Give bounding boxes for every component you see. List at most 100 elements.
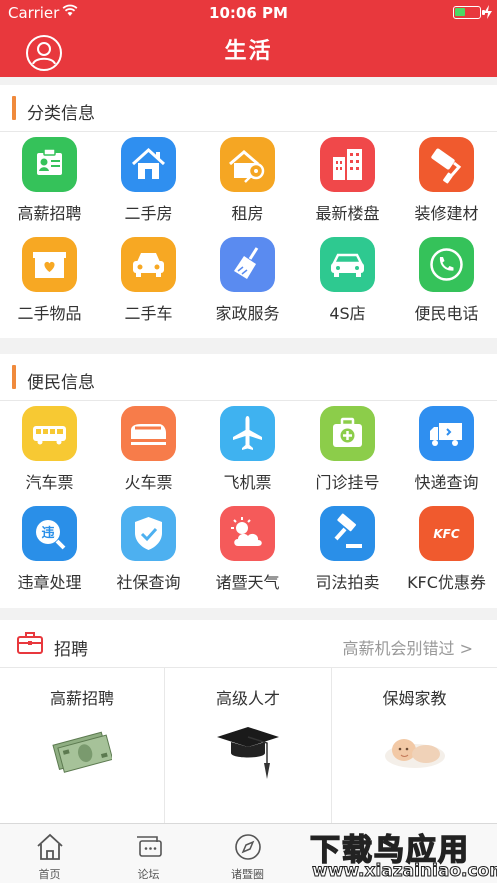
weather-icon xyxy=(220,506,275,561)
category-item-housekeeping[interactable]: 家政服务 xyxy=(198,225,297,325)
jobs-more-link[interactable]: 高薪机会别错过 > xyxy=(343,635,474,659)
section-title: 便民信息 xyxy=(27,373,95,393)
category-item-second-hand-goods[interactable]: 二手物品 xyxy=(0,225,99,325)
home-icon xyxy=(37,833,63,860)
category-item-second-hand-house[interactable]: 二手房 xyxy=(99,125,198,225)
item-label: 二手车 xyxy=(124,304,173,323)
item-label: 火车票 xyxy=(124,473,173,492)
job-card-nanny-tutor[interactable]: 保姆家教 xyxy=(332,668,497,823)
charging-icon xyxy=(484,5,492,19)
job-card-icon xyxy=(22,137,77,192)
convenience-section: 便民信息 汽车票 火车票 飞机票 门诊挂号 快递查询 违 违章处理 社保查询 诸… xyxy=(0,354,497,608)
category-item-service-phone[interactable]: 便民电话 xyxy=(397,225,496,325)
battery-icon xyxy=(453,6,485,19)
category-item-high-salary-jobs[interactable]: 高薪招聘 xyxy=(0,125,99,225)
category-item-new-properties[interactable]: 最新楼盘 xyxy=(298,125,397,225)
item-label: 租房 xyxy=(231,204,264,223)
item-label: 快递查询 xyxy=(414,473,479,492)
item-label: 家政服务 xyxy=(215,304,280,323)
car-icon xyxy=(121,237,176,292)
house-key-icon xyxy=(220,137,275,192)
broom-icon xyxy=(220,237,275,292)
watermark-logo: 下载鸟应用 www.xiazainiao.com xyxy=(300,823,497,883)
svg-text:KFC: KFC xyxy=(433,527,459,541)
item-label: 诸暨天气 xyxy=(215,573,280,592)
section-title: 分类信息 xyxy=(27,104,95,124)
train-icon xyxy=(121,406,176,461)
convenience-item-social-security[interactable]: 社保查询 xyxy=(99,494,198,594)
convenience-item-bus-ticket[interactable]: 汽车票 xyxy=(0,394,99,494)
convenience-item-clinic-registration[interactable]: 门诊挂号 xyxy=(298,394,397,494)
item-label: 二手物品 xyxy=(17,304,82,323)
forum-icon xyxy=(137,836,162,857)
job-card-title: 高级人才 xyxy=(215,689,280,708)
item-label: 社保查询 xyxy=(116,573,181,592)
compass-icon xyxy=(235,834,261,860)
kfc-logo-icon: KFC xyxy=(419,506,474,561)
convenience-item-train-ticket[interactable]: 火车票 xyxy=(99,394,198,494)
category-item-decoration-materials[interactable]: 装修建材 xyxy=(397,125,496,225)
convenience-item-kfc-coupon[interactable]: KFC KFC优惠券 xyxy=(397,494,496,594)
briefcase-icon xyxy=(17,632,43,654)
item-label: 二手房 xyxy=(124,204,173,223)
item-label: 飞机票 xyxy=(223,473,272,492)
gift-box-icon xyxy=(22,237,77,292)
house-icon xyxy=(121,137,176,192)
item-label: 门诊挂号 xyxy=(315,473,380,492)
watermark-url: www.xiazainiao.com xyxy=(312,861,497,882)
status-bar: Carrier 10:06 PM xyxy=(0,0,497,26)
header-bar: Carrier 10:06 PM 生活 xyxy=(0,0,497,77)
jobs-section-header[interactable]: 招聘 高薪机会别错过 > xyxy=(0,620,497,668)
category-item-4s-store[interactable]: 4S店 xyxy=(298,225,397,325)
convenience-item-traffic-violation[interactable]: 违 违章处理 xyxy=(0,494,99,594)
medical-kit-icon xyxy=(320,406,375,461)
item-label: 高薪招聘 xyxy=(17,204,82,223)
section-accent-bar xyxy=(12,96,16,120)
truck-icon xyxy=(419,406,474,461)
item-label: KFC优惠券 xyxy=(407,573,486,592)
item-label: 违章处理 xyxy=(17,573,82,592)
job-card-high-salary[interactable]: 高薪招聘 xyxy=(0,668,165,823)
item-label: 最新楼盘 xyxy=(315,204,380,223)
convenience-item-express-tracking[interactable]: 快递查询 xyxy=(397,394,496,494)
item-label: 4S店 xyxy=(329,304,366,323)
tab-zhuji-circle[interactable]: 诸暨圈 xyxy=(198,824,297,883)
app-screen: Carrier 10:06 PM 生活 分类信息 高薪招聘 二手房 租房 最新楼… xyxy=(0,0,497,883)
page-title: 生活 xyxy=(224,39,273,64)
svg-text:违: 违 xyxy=(41,525,54,541)
paint-roller-icon xyxy=(419,137,474,192)
graduation-cap-image xyxy=(217,727,279,779)
category-item-rent[interactable]: 租房 xyxy=(198,125,297,225)
item-label: 便民电话 xyxy=(414,304,479,323)
job-card-title: 高薪招聘 xyxy=(49,689,114,708)
convenience-item-zhuji-weather[interactable]: 诸暨天气 xyxy=(198,494,297,594)
convenience-item-judicial-auction[interactable]: 司法拍卖 xyxy=(298,494,397,594)
tab-label: 论坛 xyxy=(137,868,160,881)
building-icon xyxy=(320,137,375,192)
bus-icon xyxy=(22,406,77,461)
category-section: 分类信息 高薪招聘 二手房 租房 最新楼盘 装修建材 二手物品 二手车 家政服务… xyxy=(0,85,497,338)
convenience-item-flight-ticket[interactable]: 飞机票 xyxy=(198,394,297,494)
item-label: 装修建材 xyxy=(414,204,479,223)
clock: 10:06 PM xyxy=(209,4,288,22)
category-item-used-cars[interactable]: 二手车 xyxy=(99,225,198,325)
job-card-title: 保姆家教 xyxy=(382,689,447,708)
tab-label: 首页 xyxy=(38,868,61,881)
job-card-senior-talent[interactable]: 高级人才 xyxy=(165,668,332,823)
phone-icon xyxy=(419,237,474,292)
item-label: 司法拍卖 xyxy=(315,573,380,592)
tab-label: 诸暨圈 xyxy=(231,868,264,881)
money-image xyxy=(52,731,112,773)
item-label: 汽车票 xyxy=(25,473,74,492)
gavel-icon xyxy=(320,506,375,561)
baby-image xyxy=(384,739,445,768)
section-title: 招聘 xyxy=(54,640,88,660)
tab-home[interactable]: 首页 xyxy=(0,824,99,883)
jobs-section: 招聘 高薪机会别错过 > 高薪招聘 高级人才 保姆家教 xyxy=(0,620,497,823)
section-accent-bar xyxy=(12,365,16,389)
violation-search-icon: 违 xyxy=(22,506,77,561)
plane-icon xyxy=(220,406,275,461)
sedan-icon xyxy=(320,237,375,292)
tab-forum[interactable]: 论坛 xyxy=(99,824,198,883)
shield-check-icon xyxy=(121,506,176,561)
